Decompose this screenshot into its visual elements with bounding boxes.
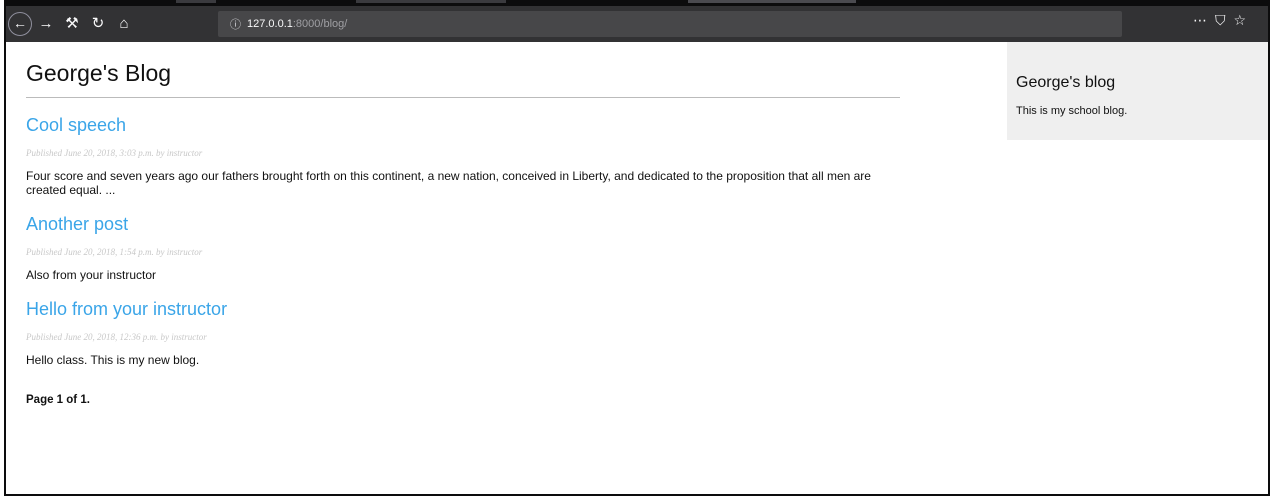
page-content: George's Blog Cool speech Published June… [6,42,1268,494]
sidebar-title: George's blog [1016,74,1116,91]
post-title-link[interactable]: Hello from your instructor [26,299,900,320]
post-meta: Published June 20, 2018, 12:36 p.m. by i… [26,332,207,342]
browser-window: ← → ⚒ ↻ ⌂ ⓘ 127.0.0.1:8000/blog/ ⋯ ⛉ ☆ G… [4,0,1270,496]
post-item: Hello from your instructor Published Jun… [26,299,900,367]
sidebar-description: This is my school blog. [1016,105,1128,117]
browser-toolbar: ← → ⚒ ↻ ⌂ ⓘ 127.0.0.1:8000/blog/ ⋯ ⛉ ☆ [6,6,1268,42]
reload-icon[interactable]: ↻ [86,12,110,36]
post-meta: Published June 20, 2018, 1:54 p.m. by in… [26,247,203,257]
pagination-label: Page 1 of 1. [26,394,90,406]
star-icon[interactable]: ☆ [1233,12,1246,29]
info-icon[interactable]: ⓘ [230,16,241,32]
sidebar: George's blog This is my school blog. [1007,42,1268,140]
post-item: Another post Published June 20, 2018, 1:… [26,214,900,282]
url-host: 127.0.0.1 [247,18,293,30]
main-column: George's Blog Cool speech Published June… [26,60,900,406]
url-bar[interactable]: ⓘ 127.0.0.1:8000/blog/ [218,11,1122,37]
pocket-icon[interactable]: ⛉ [1215,12,1226,29]
more-dots-icon[interactable]: ⋯ [1193,12,1207,29]
post-title-link[interactable]: Cool speech [26,115,900,136]
post-title-link[interactable]: Another post [26,214,900,235]
toolbar-right-icons: ⋯ ⛉ ☆ [1193,12,1246,29]
back-arrow-icon[interactable]: ← [8,12,32,36]
url-path: :8000/blog/ [292,18,348,30]
post-excerpt: Hello class. This is my new blog. [26,353,200,367]
post-excerpt: Also from your instructor [26,268,157,282]
page-title: George's Blog [26,60,900,98]
post-excerpt: Four score and seven years ago our fathe… [26,169,871,197]
home-icon[interactable]: ⌂ [112,12,136,36]
post-meta: Published June 20, 2018, 3:03 p.m. by in… [26,148,203,158]
forward-arrow-icon[interactable]: → [34,12,58,36]
post-item: Cool speech Published June 20, 2018, 3:0… [26,115,900,197]
wrench-icon[interactable]: ⚒ [60,12,84,36]
